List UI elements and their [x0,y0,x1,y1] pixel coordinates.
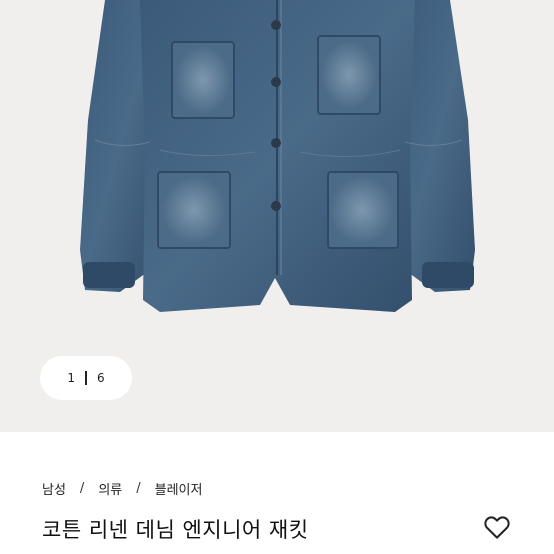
breadcrumb-item-men[interactable]: 남성 [42,479,66,498]
breadcrumb: 남성 / 의류 / 블레이저 [42,478,202,498]
pager-divider [85,371,87,385]
breadcrumb-item-blazer[interactable]: 블레이저 [155,479,203,498]
heart-outline-icon [484,516,510,539]
breadcrumb-item-clothing[interactable]: 의류 [98,479,122,498]
wishlist-button[interactable] [482,512,512,542]
gallery-current-page: 1 [67,371,75,385]
breadcrumb-separator: / [79,480,85,496]
gallery-total-pages: 6 [97,371,105,385]
product-title: 코튼 리넨 데님 엔지니어 재킷 [42,518,309,542]
product-image-gallery[interactable]: 1 6 [0,0,554,432]
breadcrumb-separator: / [136,480,141,496]
gallery-pager[interactable]: 1 6 [40,356,132,400]
